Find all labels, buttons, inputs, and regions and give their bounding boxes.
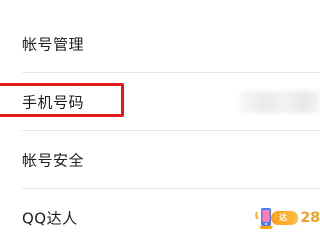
account-management-label: 帐号管理: [22, 35, 85, 54]
account-security-row[interactable]: 帐号安全: [0, 131, 320, 189]
phone-badge-icon: [255, 206, 277, 230]
account-management-row[interactable]: 帐号管理: [0, 15, 320, 73]
account-security-label: 帐号安全: [22, 151, 85, 170]
settings-list: 帐号管理 手机号码 帐号安全 QQ达人 达人 28: [0, 0, 320, 240]
phone-number-value-blurred: [240, 91, 320, 113]
settings-screen: 帐号管理 手机号码 帐号安全 QQ达人 达人 28: [0, 0, 320, 240]
qq-master-row[interactable]: QQ达人 达人 28: [0, 189, 320, 240]
phone-number-row[interactable]: 手机号码: [0, 73, 320, 131]
qq-master-label: QQ达人: [22, 209, 78, 228]
qq-master-badge: 达人 28: [255, 206, 320, 236]
phone-number-label: 手机号码: [22, 93, 85, 112]
qq-master-day-count: 28: [300, 210, 320, 226]
